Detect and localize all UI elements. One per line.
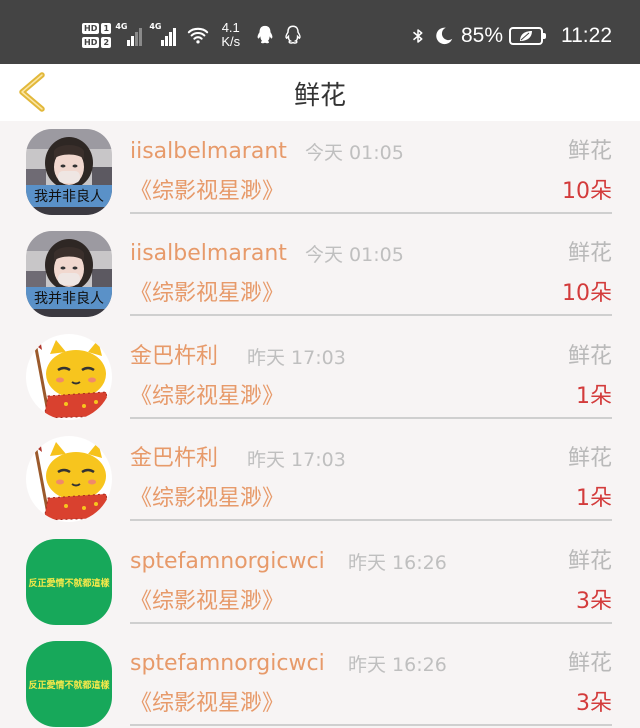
avatar-caption: 我并非良人: [34, 189, 104, 205]
battery-icon: [509, 27, 546, 45]
timestamp: 今天 01:05: [305, 244, 404, 267]
qq-icon: [257, 25, 273, 44]
qq-outline-icon: [285, 25, 301, 44]
row-divider: [130, 519, 612, 522]
book-title[interactable]: 《综影视星渺》: [130, 689, 284, 719]
gift-category: 鲜花: [567, 548, 612, 574]
user-name[interactable]: iisalbelmarant: [130, 239, 287, 269]
signal-2-icon: 4G: [149, 22, 179, 46]
signal-1-icon: 4G: [115, 22, 145, 46]
bluetooth-icon: [412, 29, 423, 43]
user-name[interactable]: sptefamnorgicwci: [130, 547, 325, 577]
timestamp: 今天 01:05: [305, 142, 404, 164]
user-name[interactable]: iisalbelmarant: [130, 137, 287, 167]
flower-count: 1朵: [576, 486, 612, 512]
flower-count: 10朵: [562, 179, 612, 204]
row-divider: [130, 621, 612, 624]
hd-indicators: HD 1 HD 2: [82, 22, 112, 48]
page-title: 鲜花: [293, 81, 346, 111]
book-title[interactable]: 《综影视星渺》: [130, 382, 284, 412]
gift-category: 鲜花: [567, 343, 612, 369]
timestamp: 昨天 16:26: [348, 551, 447, 574]
row-divider: [130, 212, 612, 214]
avatar-image: 我并非良人: [26, 129, 112, 215]
flower-count: 3朵: [576, 588, 612, 614]
hd-2-indicator: HD 2: [82, 36, 112, 48]
timestamp: 昨天 17:03: [247, 449, 346, 472]
gift-category: 鲜花: [567, 241, 612, 267]
list-item[interactable]: 反正愛情不就都這樣 sptefamnorgicwci 昨天 16:26 鲜花 《…: [0, 531, 640, 633]
network-speed-unit: K/s: [221, 34, 241, 49]
list-item[interactable]: 反正愛情不就都這樣 sptefamnorgicwci 昨天 16:26 鲜花 《…: [0, 633, 640, 728]
gift-category: 鲜花: [567, 446, 612, 472]
list-item[interactable]: 金巴杵利 昨天 17:03 鲜花 《综影视星渺》 1朵: [0, 326, 640, 428]
flower-record-list: 我并非良人 iisalbelmarant 今天 01:05 鲜花 《综影视星渺》…: [0, 121, 640, 728]
gift-category: 鲜花: [567, 650, 612, 676]
book-title[interactable]: 《综影视星渺》: [130, 587, 284, 617]
avatar-image: [26, 334, 112, 420]
battery-saver-leaf-icon: [520, 31, 532, 41]
book-title[interactable]: 《综影视星渺》: [130, 177, 284, 207]
status-right: 85% 11:22: [409, 21, 612, 51]
avatar[interactable]: [26, 436, 112, 522]
hd-2-label: HD: [82, 36, 100, 48]
flower-count: 1朵: [576, 383, 612, 409]
signal-1-label: 4G: [115, 22, 128, 31]
hd-1-number: 1: [101, 22, 112, 34]
network-speed-value: 4.1: [221, 20, 240, 35]
user-name[interactable]: sptefamnorgicwci: [130, 649, 325, 679]
avatar-image: 我并非良人: [26, 231, 112, 317]
network-speed: 4.1 K/s: [221, 21, 240, 49]
book-title[interactable]: 《综影视星渺》: [130, 279, 284, 309]
status-bar: HD 1 HD 2 4G 4G 4.1 K/s 85% 11:22: [0, 0, 640, 64]
clock-time: 11:22: [561, 24, 612, 47]
avatar[interactable]: 我并非良人: [26, 231, 112, 317]
signal-2-label: 4G: [149, 22, 162, 31]
avatar[interactable]: 反正愛情不就都這樣: [26, 539, 112, 625]
avatar[interactable]: 我并非良人: [26, 129, 112, 215]
row-divider: [130, 416, 612, 419]
flower-count: 10朵: [562, 281, 612, 307]
hd-2-number: 2: [101, 36, 112, 48]
list-item[interactable]: 金巴杵利 昨天 17:03 鲜花 《综影视星渺》 1朵: [0, 428, 640, 530]
timestamp: 昨天 17:03: [247, 346, 346, 369]
row-divider: [130, 314, 612, 317]
hd-1-label: HD: [82, 22, 100, 34]
timestamp: 昨天 16:26: [348, 653, 447, 676]
avatar[interactable]: 反正愛情不就都這樣: [26, 641, 112, 727]
wifi-icon: [188, 27, 209, 44]
avatar-caption: 反正愛情不就都這樣: [28, 679, 110, 691]
battery-percent: 85%: [460, 24, 503, 47]
user-name[interactable]: 金巴杵利: [130, 342, 218, 372]
status-left: HD 1 HD 2 4G 4G 4.1 K/s: [82, 18, 304, 52]
avatar-caption: 我并非良人: [34, 291, 104, 307]
user-name[interactable]: 金巴杵利: [130, 444, 218, 474]
gift-category: 鲜花: [567, 139, 612, 164]
hd-1-indicator: HD 1: [82, 22, 112, 34]
row-divider: [130, 723, 612, 726]
avatar-image: 反正愛情不就都這樣: [26, 539, 112, 625]
avatar-image: [26, 436, 112, 522]
avatar-caption: 反正愛情不就都這樣: [28, 577, 110, 589]
app-header: 鲜花: [0, 64, 640, 121]
avatar-image: 反正愛情不就都這樣: [26, 641, 112, 727]
list-item[interactable]: 我并非良人 iisalbelmarant 今天 01:05 鲜花 《综影视星渺》…: [0, 121, 640, 223]
do-not-disturb-moon-icon: [436, 27, 453, 45]
flower-count: 3朵: [576, 690, 612, 716]
list-item[interactable]: 我并非良人 iisalbelmarant 今天 01:05 鲜花 《综影视星渺》…: [0, 223, 640, 325]
book-title[interactable]: 《综影视星渺》: [130, 484, 284, 514]
avatar[interactable]: [26, 334, 112, 420]
